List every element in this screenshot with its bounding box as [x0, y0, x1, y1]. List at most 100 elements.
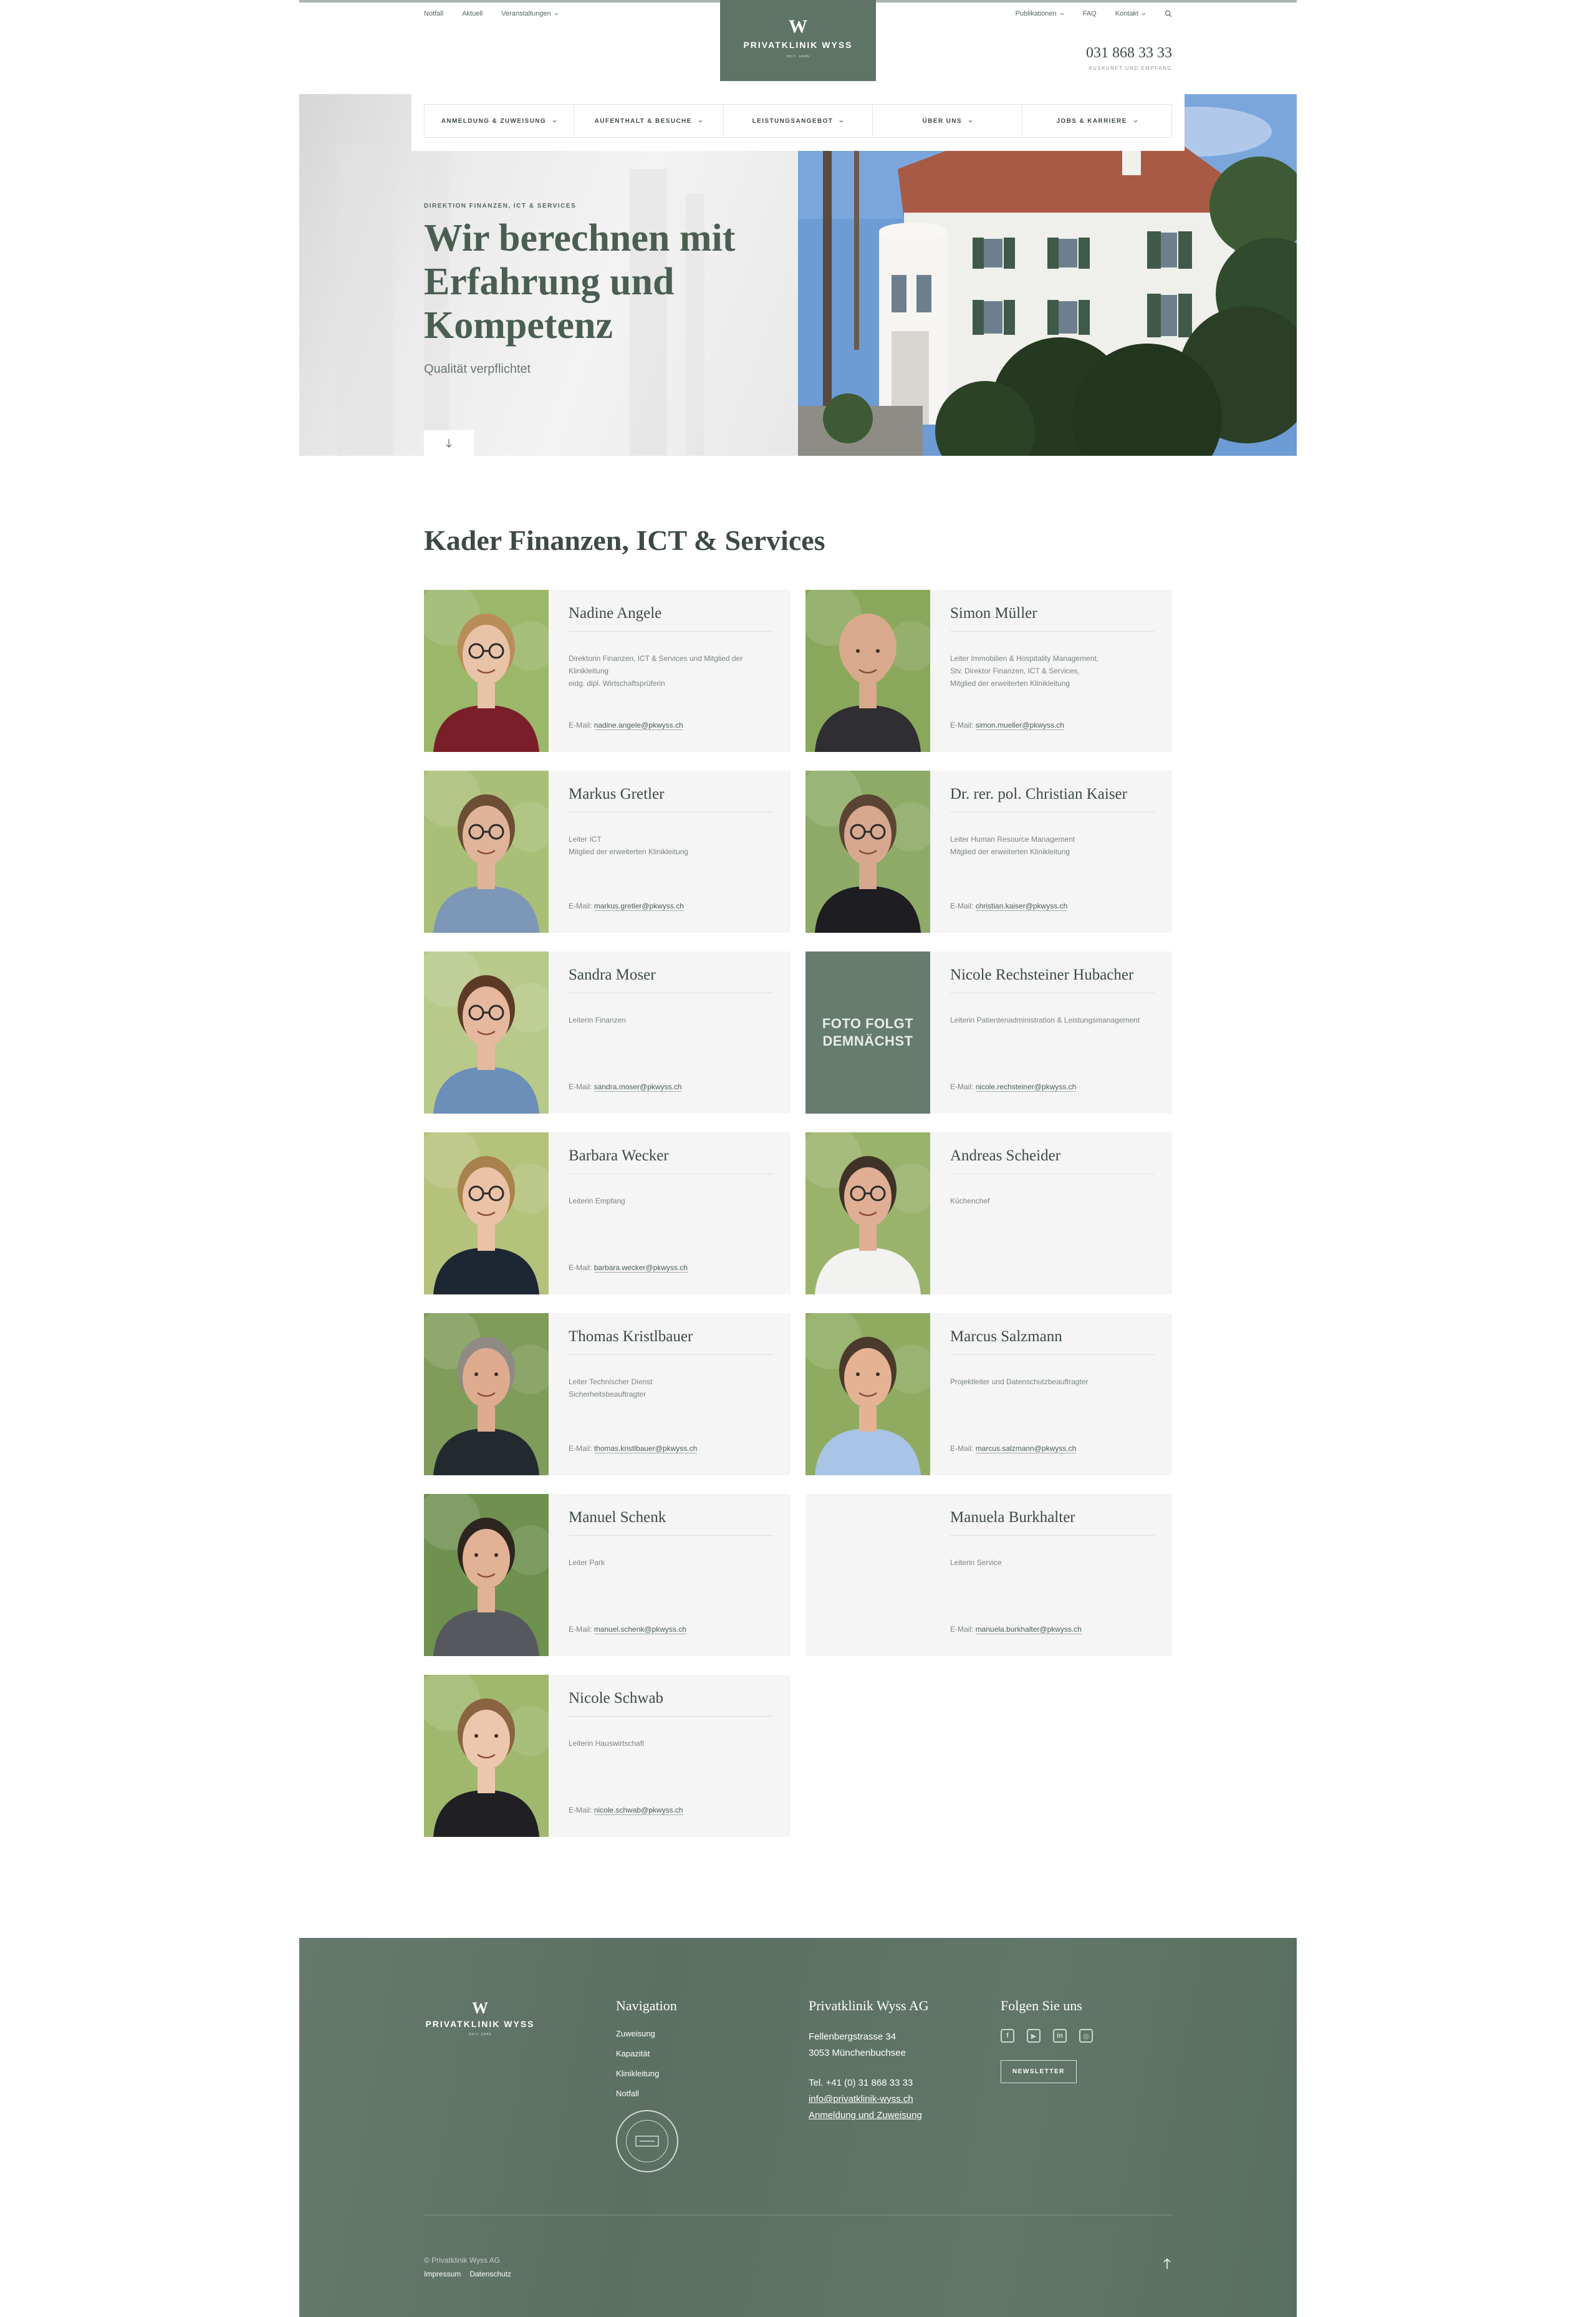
portrait-image: [805, 1313, 930, 1475]
newsletter-button[interactable]: NEWSLETTER: [1001, 2060, 1077, 2083]
team-card: Barbara Wecker Leiterin Empfang E-Mail: ba…: [424, 1132, 791, 1294]
name-divider: [950, 1173, 1155, 1174]
email-prefix: E-Mail:: [950, 721, 974, 730]
nav-item-ueber-uns[interactable]: ÜBER UNS: [873, 105, 1023, 137]
member-role: Leiter Immobilien & Hospitality Manageme…: [950, 654, 1099, 688]
portrait-photo: [805, 590, 930, 752]
email-prefix: E-Mail:: [569, 1082, 592, 1091]
logo-mark: W: [789, 16, 807, 37]
member-role: Leiter Human Resource Management Mitglie…: [950, 835, 1075, 856]
member-email: E-Mail: nadine.angele@pkwyss.ch: [569, 721, 683, 730]
footer-link-notfall[interactable]: Notfall: [616, 2089, 677, 2098]
member-email: E-Mail: nicole.rechsteiner@pkwyss.ch: [950, 1082, 1077, 1092]
hero-subtitle: Qualität verpflichtet: [424, 362, 531, 376]
member-name: Nadine Angele: [569, 605, 662, 622]
email-link[interactable]: barbara.wecker@pkwyss.ch: [594, 1263, 688, 1273]
footer-referral-link[interactable]: Anmeldung und Zuweisung: [809, 2107, 929, 2124]
chevron-down-icon: [554, 12, 559, 15]
name-divider: [569, 1716, 773, 1717]
footer-phone[interactable]: Tel. +41 (0) 31 868 33 33: [809, 2075, 929, 2091]
util-link-label: Kontakt: [1115, 10, 1138, 17]
util-link-kontakt[interactable]: Kontakt: [1115, 10, 1146, 17]
util-link-aktuell[interactable]: Aktuell: [462, 10, 483, 17]
email-link[interactable]: simon.mueller@pkwyss.ch: [975, 721, 1064, 730]
footer-link-klinikleitung[interactable]: Klinikleitung: [616, 2069, 677, 2078]
member-email: E-Mail: marcus.salzmann@pkwyss.ch: [950, 1444, 1077, 1453]
email-prefix: E-Mail:: [950, 902, 974, 910]
email-prefix: E-Mail:: [569, 902, 592, 910]
datenschutz-link[interactable]: Datenschutz: [469, 2270, 511, 2278]
youtube-icon[interactable]: ▶: [1027, 2029, 1041, 2043]
email-link[interactable]: nicole.rechsteiner@pkwyss.ch: [975, 1082, 1077, 1092]
logo-name: PRIVATKLINIK WYSS: [743, 40, 853, 50]
chevron-down-icon: [1060, 12, 1064, 15]
portrait-photo: [424, 771, 549, 933]
nav-item-label: ÜBER UNS: [922, 117, 962, 125]
email-link[interactable]: nicole.schwab@pkwyss.ch: [594, 1806, 683, 1815]
member-email: E-Mail: nicole.schwab@pkwyss.ch: [569, 1806, 683, 1815]
portrait-photo: [805, 1132, 930, 1294]
email-link[interactable]: christian.kaiser@pkwyss.ch: [975, 902, 1068, 911]
nav-item-jobs[interactable]: JOBS & KARRIERE: [1022, 105, 1171, 137]
team-card: Simon Müller Leiter Immobilien & Hospital…: [805, 590, 1172, 752]
util-link-label: Aktuell: [462, 10, 483, 17]
footer-follow-title: Folgen Sie uns: [1001, 1998, 1082, 2013]
member-name: Thomas Kristlbauer: [569, 1328, 693, 1345]
email-link[interactable]: nadine.angele@pkwyss.ch: [594, 721, 683, 730]
footer-logo[interactable]: W PRIVATKLINIK WYSS SEIT 1845: [424, 2000, 536, 2037]
instagram-icon[interactable]: ◎: [1079, 2029, 1093, 2043]
util-link-faq[interactable]: FAQ: [1083, 10, 1097, 17]
member-role: Leiterin Finanzen: [569, 1016, 627, 1024]
portrait-image: [805, 590, 930, 752]
search-icon[interactable]: [1165, 10, 1172, 17]
member-email: E-Mail: thomas.kristlbauer@pkwyss.ch: [569, 1444, 698, 1453]
footer-company: Privatklinik Wyss AG: [809, 1998, 929, 2013]
team-card: Nicole Schwab Leiterin Hauswirtschaft E-Ma…: [424, 1675, 791, 1837]
util-link-notfall[interactable]: Notfall: [424, 10, 443, 17]
member-name: Manuela Burkhalter: [950, 1509, 1075, 1526]
portrait-image: [424, 771, 549, 933]
email-link[interactable]: manuel.schenk@pkwyss.ch: [594, 1625, 686, 1634]
member-name: Simon Müller: [950, 605, 1037, 622]
team-card: Manuel Schenk Leiter Park E-Mail: manuel.s…: [424, 1494, 791, 1656]
main-nav: ANMELDUNG & ZUWEISUNG AUFENTHALT & BESUC…: [411, 94, 1185, 151]
footer: W PRIVATKLINIK WYSS SEIT 1845 Navigation…: [299, 1938, 1297, 2317]
member-role: Projektleiter und Datenschutzbeauftragte…: [950, 1377, 1089, 1386]
chevron-down-icon: [1133, 120, 1138, 122]
name-divider: [950, 1354, 1155, 1355]
email-link[interactable]: markus.gretler@pkwyss.ch: [594, 902, 684, 911]
util-link-veranstaltungen[interactable]: Veranstaltungen: [501, 10, 559, 17]
util-link-publikationen[interactable]: Publikationen: [1016, 10, 1064, 17]
utility-nav-right: Publikationen FAQ Kontakt: [1016, 10, 1172, 17]
nav-item-leistungsangebot[interactable]: LEISTUNGSANGEBOT: [724, 105, 873, 137]
logo[interactable]: W PRIVATKLINIK WYSS SEIT 1845: [720, 0, 876, 81]
nav-item-aufenthalt[interactable]: AUFENTHALT & BESUCHE: [574, 105, 724, 137]
footer-link-kapazitaet[interactable]: Kapazität: [616, 2049, 677, 2058]
footer-link-zuweisung[interactable]: Zuweisung: [616, 2029, 677, 2038]
nav-item-anmeldung[interactable]: ANMELDUNG & ZUWEISUNG: [425, 105, 574, 137]
utility-nav-left: Notfall Aktuell Veranstaltungen: [424, 10, 559, 17]
linkedin-icon[interactable]: in: [1053, 2029, 1067, 2043]
facebook-icon[interactable]: f: [1001, 2029, 1014, 2043]
portrait-image: [805, 1132, 930, 1294]
impressum-link[interactable]: Impressum: [424, 2270, 461, 2278]
email-prefix: E-Mail:: [569, 1444, 592, 1453]
member-role: Leiter Technischer Dienst Sicherheitsbea…: [569, 1377, 653, 1399]
portrait-photo: [424, 1313, 549, 1475]
util-link-label: Notfall: [424, 10, 444, 17]
email-link[interactable]: thomas.kristlbauer@pkwyss.ch: [594, 1444, 698, 1453]
phone-number[interactable]: 031 868 33 33: [1086, 45, 1172, 62]
portrait-photo: [424, 951, 549, 1114]
email-link[interactable]: sandra.moser@pkwyss.ch: [594, 1082, 682, 1092]
email-link[interactable]: marcus.salzmann@pkwyss.ch: [975, 1444, 1077, 1453]
name-divider: [569, 1173, 773, 1174]
arrow-up-icon[interactable]: [1162, 2257, 1172, 2270]
email-prefix: E-Mail:: [569, 1263, 592, 1272]
util-link-label: Publikationen: [1015, 10, 1057, 17]
team-card: Nadine Angele Direktorin Finanzen, ICT & …: [424, 590, 791, 752]
portrait-image: [805, 771, 930, 933]
email-link[interactable]: manuela.burkhalter@pkwyss.ch: [975, 1625, 1082, 1634]
footer-email-link[interactable]: info@privatklinik-wyss.ch: [809, 2091, 929, 2107]
portrait-photo: [424, 1675, 549, 1837]
scroll-down-button[interactable]: [424, 430, 474, 456]
